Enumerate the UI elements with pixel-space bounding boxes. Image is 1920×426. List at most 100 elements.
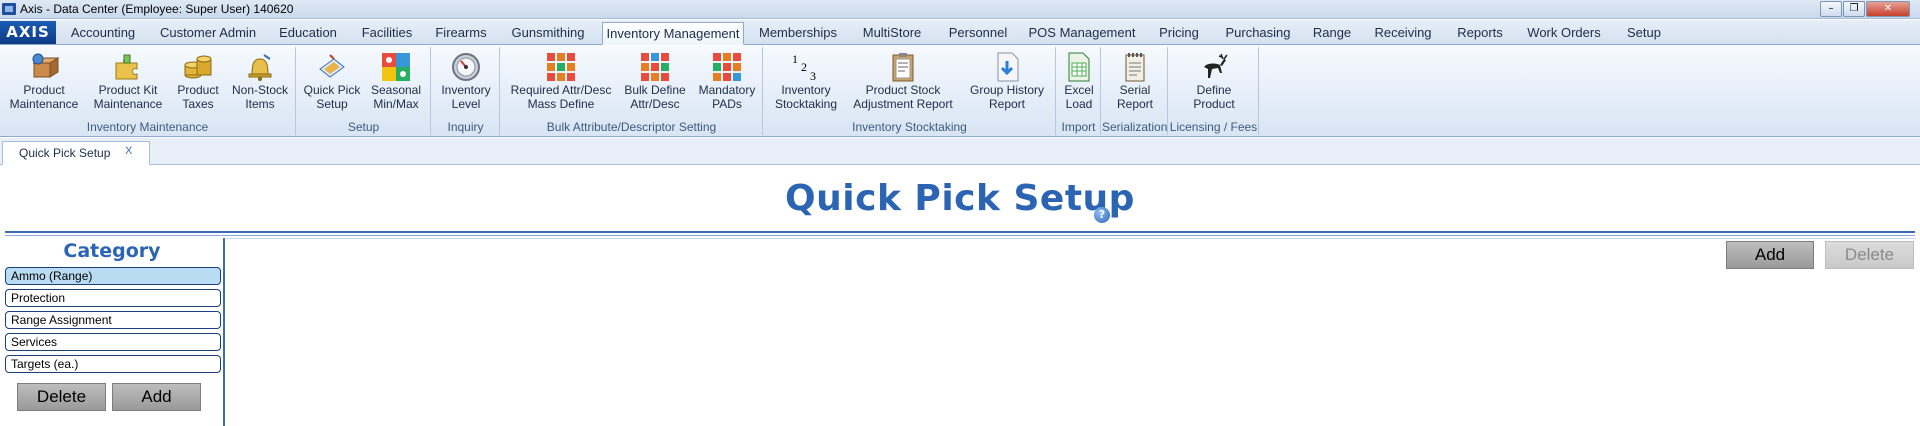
doc-tab-quick-pick-setup[interactable]: Quick Pick Setup X [2, 141, 150, 165]
tab-education[interactable]: Education [270, 22, 346, 45]
category-item-services[interactable]: Services [5, 333, 221, 351]
category-heading: Category [63, 240, 161, 262]
download-doc-icon [997, 52, 1019, 82]
quick-pick-delete-button[interactable]: Delete [1825, 241, 1914, 269]
puzzle-icon [115, 54, 138, 80]
inventory-stocktaking-label-1: Inventory [781, 83, 831, 97]
close-icon[interactable]: ✕ [1866, 1, 1910, 17]
quick-pick-setup-label-2: Setup [316, 97, 348, 111]
category-add-button[interactable]: Add [112, 383, 201, 411]
numbers-icon: 1 2 3 [792, 52, 816, 83]
non-stock-items-button[interactable]: Non-Stock Items [228, 47, 292, 117]
excel-load-button[interactable]: Excel Load [1059, 47, 1099, 117]
category-delete-button[interactable]: Delete [17, 383, 106, 411]
inventory-stocktaking-button[interactable]: 1 2 3 Inventory Stocktaking [768, 47, 844, 117]
quick-pick-setup-button[interactable]: Quick Pick Setup [301, 47, 363, 117]
clipboard-icon [892, 53, 914, 82]
serial-report-label-1: Serial [1119, 83, 1151, 97]
tab-pricing[interactable]: Pricing [1148, 22, 1210, 45]
inventory-level-label-2: Level [451, 97, 481, 111]
group-label-licensing-fees: Licensing / Fees [1169, 120, 1258, 134]
window-title-bar: Axis - Data Center (Employee: Super User… [0, 0, 1920, 19]
document-tab-strip: Quick Pick Setup X [0, 138, 1920, 165]
mandatory-pads-button[interactable]: Mandatory PADs [693, 47, 761, 117]
axis-logo[interactable]: AXIS [0, 21, 56, 44]
product-maintenance-label-1: Product [23, 83, 65, 97]
svg-text:2: 2 [801, 60, 807, 74]
tab-setup[interactable]: Setup [1616, 22, 1672, 45]
svg-text:3: 3 [810, 69, 816, 83]
define-product-label-2: Product [1193, 97, 1235, 111]
required-attr-desc-label-2: Mass Define [527, 97, 595, 111]
tab-reports[interactable]: Reports [1448, 22, 1512, 45]
group-label-inquiry: Inquiry [447, 120, 484, 134]
seasons-icon [382, 53, 410, 81]
group-bulk-attribute-descriptor: Required Attr/Desc Mass Define Bulk Defi… [501, 47, 763, 135]
grid-icon [547, 53, 575, 81]
define-product-button[interactable]: Define Product [1179, 47, 1249, 117]
group-licensing-fees: Define Product Licensing / Fees [1169, 47, 1259, 135]
product-stock-adjustment-report-button[interactable]: Product Stock Adjustment Report [848, 47, 958, 117]
category-item-protection[interactable]: Protection [5, 289, 221, 307]
tab-inventory-management[interactable]: Inventory Management [602, 22, 744, 45]
tab-receiving[interactable]: Receiving [1366, 22, 1440, 45]
maximize-icon[interactable]: ❐ [1843, 1, 1865, 17]
group-label-serialization: Serialization [1102, 120, 1168, 134]
category-item-targets[interactable]: Targets (ea.) [5, 355, 221, 373]
ribbon-panel: Product Maintenance Product Kit Maintena… [0, 45, 1920, 137]
product-maintenance-icon [32, 53, 60, 78]
bulk-define-attr-desc-button[interactable]: Bulk Define Attr/Desc [619, 47, 691, 117]
group-history-label-1: Group History [969, 83, 1045, 97]
minimize-icon[interactable]: – [1820, 1, 1842, 17]
panel-splitter[interactable] [223, 238, 225, 426]
tab-work-orders[interactable]: Work Orders [1520, 22, 1608, 45]
product-maintenance-label-2: Maintenance [9, 97, 79, 111]
category-item-range-assignment[interactable]: Range Assignment [5, 311, 221, 329]
seasonal-min-max-label-1: Seasonal [370, 83, 422, 97]
quick-pick-add-button[interactable]: Add [1726, 241, 1814, 269]
tab-accounting[interactable]: Accounting [60, 22, 146, 45]
quick-pick-setup-label-1: Quick Pick [303, 83, 361, 97]
ribbon-tab-row: AXIS Accounting Customer Admin Education… [0, 20, 1920, 45]
mandatory-pads-label-2: PADs [712, 97, 742, 111]
tab-range[interactable]: Range [1306, 22, 1358, 45]
tab-facilities[interactable]: Facilities [354, 22, 420, 45]
tab-personnel[interactable]: Personnel [940, 22, 1016, 45]
product-maintenance-button[interactable]: Product Maintenance [4, 47, 84, 117]
group-label-setup: Setup [347, 120, 380, 134]
product-taxes-button[interactable]: Product Taxes [170, 47, 226, 117]
product-kit-maintenance-label-2: Maintenance [93, 97, 163, 111]
non-stock-items-label-2: Items [245, 97, 275, 111]
product-stock-label-1: Product Stock [865, 83, 941, 97]
doc-tab-label: Quick Pick Setup [19, 146, 111, 160]
tab-purchasing[interactable]: Purchasing [1218, 22, 1298, 45]
inventory-level-button[interactable]: Inventory Level [434, 47, 498, 117]
grid-icon [641, 53, 669, 81]
tab-multistore[interactable]: MultiStore [852, 22, 932, 45]
required-attr-desc-mass-define-button[interactable]: Required Attr/Desc Mass Define [507, 47, 615, 117]
group-history-label-2: Report [988, 97, 1026, 111]
category-item-ammo-range[interactable]: Ammo (Range) [5, 267, 221, 285]
group-label-bulk-attribute: Bulk Attribute/Descriptor Setting [546, 120, 717, 134]
group-inventory-stocktaking: 1 2 3 Inventory Stocktaking Product Stoc… [764, 47, 1056, 135]
serial-report-button[interactable]: Serial Report [1104, 47, 1166, 117]
product-stock-label-2: Adjustment Report [853, 97, 953, 111]
grid-icon [713, 53, 741, 81]
group-inventory-maintenance: Product Maintenance Product Kit Maintena… [0, 47, 296, 135]
doc-tab-close-icon[interactable]: X [125, 140, 132, 162]
tab-gunsmithing[interactable]: Gunsmithing [502, 22, 594, 45]
title-divider-thin [5, 235, 1915, 236]
help-icon[interactable]: ? [1094, 207, 1110, 223]
seasonal-min-max-label-2: Min/Max [373, 97, 419, 111]
tab-customer-admin[interactable]: Customer Admin [154, 22, 262, 45]
tab-memberships[interactable]: Memberships [752, 22, 844, 45]
window-title: Axis - Data Center (Employee: Super User… [20, 2, 294, 16]
seasonal-min-max-button[interactable]: Seasonal Min/Max [365, 47, 427, 117]
tab-pos-management[interactable]: POS Management [1024, 22, 1140, 45]
quick-pick-icon [319, 54, 345, 78]
mandatory-pads-label-1: Mandatory [698, 83, 756, 97]
product-kit-maintenance-button[interactable]: Product Kit Maintenance [88, 47, 168, 117]
group-history-report-button[interactable]: Group History Report [962, 47, 1052, 117]
group-import: Excel Load Import [1057, 47, 1101, 135]
tab-firearms[interactable]: Firearms [428, 22, 494, 45]
